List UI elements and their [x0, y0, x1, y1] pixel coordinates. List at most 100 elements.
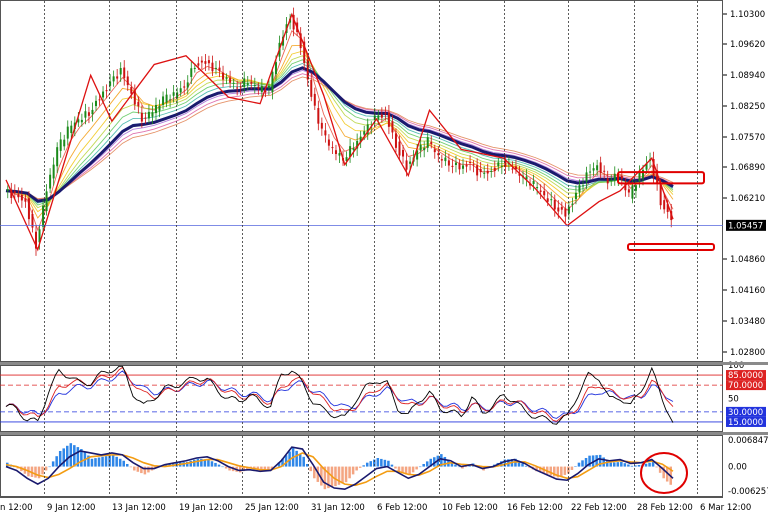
candle-body	[596, 165, 599, 171]
candle-body	[186, 82, 189, 88]
candle-body	[87, 112, 90, 116]
candle-body	[253, 84, 256, 87]
candle-body	[179, 88, 182, 93]
candle-body	[497, 162, 500, 167]
macd-histogram-bar	[65, 445, 69, 467]
macd-histogram-bar	[574, 466, 577, 467]
macd-histogram-bar	[351, 466, 355, 475]
candle-body	[620, 175, 623, 179]
panel-separator	[0, 362, 768, 365]
oscillator-level-label: 85.0000	[728, 371, 763, 381]
candle-body	[338, 153, 341, 156]
candle-body	[419, 144, 422, 151]
candle-body	[236, 87, 239, 89]
candle-body	[154, 104, 157, 114]
candle-body	[363, 131, 366, 135]
macd-histogram-bar	[90, 458, 94, 467]
macd-tick-label: 0.00	[728, 463, 747, 473]
candle-body	[574, 192, 577, 200]
price-tick-label: 1.09620	[730, 40, 765, 50]
candle-body	[257, 86, 260, 89]
candle-body	[638, 172, 641, 182]
candle-body	[147, 111, 150, 119]
macd-histogram-bar	[613, 462, 616, 467]
price-panel[interactable]: 1.10300 1.09620 1.08940 1.08250 1.07570 1.068…	[0, 0, 766, 362]
candle-body	[384, 112, 387, 114]
candle-body	[13, 191, 16, 194]
current-price-label: 1.05457	[728, 221, 763, 231]
candle-body	[532, 180, 535, 184]
panel-separator	[0, 432, 768, 435]
candle-body	[317, 108, 320, 124]
candle-body	[320, 122, 323, 129]
macd-histogram-bar	[224, 466, 228, 469]
time-tick-label: 25 Jan 12:00	[245, 503, 299, 513]
trading-chart: 1.10300 1.09620 1.08940 1.08250 1.07570 1.068…	[0, 0, 768, 513]
macd-histogram-bar	[115, 456, 118, 467]
macd-histogram-bar	[193, 459, 196, 467]
candle-body	[140, 112, 143, 122]
candle-body	[49, 174, 52, 189]
candle-body	[197, 63, 200, 66]
macd-histogram-bar	[630, 465, 634, 467]
candle-body	[91, 109, 94, 115]
candle-body	[172, 92, 175, 96]
candle-body	[123, 67, 126, 79]
candle-body	[458, 163, 461, 170]
macd-histogram-bar	[334, 466, 337, 487]
candle-body	[603, 170, 606, 172]
macd-histogram-bar	[34, 466, 37, 478]
macd-histogram-bar	[122, 460, 125, 467]
macd-histogram-bar	[376, 458, 380, 467]
candle-body	[260, 85, 263, 92]
candle-body	[476, 165, 479, 176]
macd-histogram-bar	[118, 458, 122, 467]
candle-body	[631, 185, 634, 199]
time-tick-label: 19 Jan 12:00	[179, 503, 233, 513]
candle-body	[274, 62, 277, 75]
macd-histogram-bar	[609, 462, 613, 467]
macd-histogram-bar	[383, 459, 387, 467]
candle-body	[158, 105, 161, 111]
price-tick-label: 1.04860	[730, 255, 765, 265]
macd-histogram-bar	[387, 460, 390, 467]
oscillator-level-label: 70.0000	[728, 381, 763, 391]
candle-body	[151, 112, 154, 117]
macd-histogram-bar	[616, 462, 620, 467]
candle-body	[144, 117, 147, 119]
macd-histogram-bar	[344, 466, 348, 483]
candle-body	[70, 125, 73, 134]
macd-histogram-bar	[51, 461, 55, 467]
candle-body	[409, 161, 412, 164]
candle-body	[94, 100, 97, 107]
candle-body	[536, 187, 539, 189]
candle-body	[63, 139, 66, 147]
candle-body	[310, 79, 313, 97]
oscillator-panel[interactable]: 10085.000070.00005030.000015.0000	[0, 361, 766, 432]
macd-panel[interactable]: 0.0068477 0.00 -0.006257	[0, 435, 768, 497]
candle-body	[627, 189, 630, 193]
macd-histogram-bar	[295, 450, 298, 467]
candle-body	[405, 160, 408, 170]
candle-body	[539, 190, 542, 192]
candle-body	[606, 178, 609, 184]
macd-histogram-bar	[443, 456, 447, 467]
candle-body	[331, 147, 334, 149]
macd-histogram-bar	[147, 466, 150, 473]
candle-body	[447, 160, 450, 166]
candle-body	[66, 126, 69, 139]
time-tick-label: 10 Feb 12:00	[442, 503, 498, 513]
macd-histogram-bar	[37, 466, 41, 479]
macd-histogram-bar	[48, 466, 51, 468]
macd-histogram-bar	[221, 466, 224, 468]
candle-body	[211, 62, 214, 72]
candle-body	[207, 60, 210, 64]
candle-body	[105, 90, 108, 92]
macd-histogram-bar	[365, 462, 369, 467]
candle-body	[84, 111, 87, 118]
oscillator-level-label: 15.0000	[728, 418, 763, 428]
candle-body	[193, 67, 196, 69]
candle-body	[352, 148, 355, 151]
macd-histogram-bar	[570, 466, 574, 470]
candle-body	[578, 185, 581, 193]
